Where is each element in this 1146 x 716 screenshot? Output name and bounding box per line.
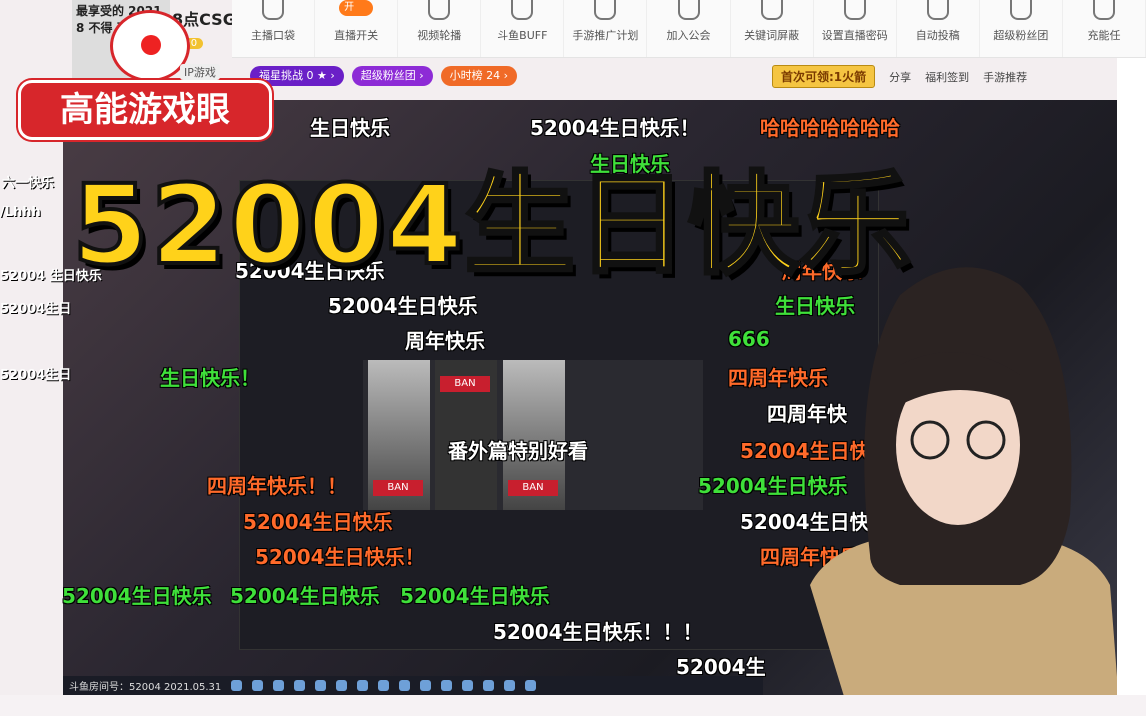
ban-label: BAN — [440, 376, 490, 392]
danmaku-comment: 666 — [728, 327, 770, 351]
toggle-icon — [926, 0, 949, 20]
share-link[interactable]: 分享 — [889, 69, 911, 85]
buff-icon — [511, 0, 534, 20]
tool-join-guild[interactable]: 加入公会 — [647, 0, 731, 57]
danmaku-comment: 52004生日快乐！ — [255, 545, 425, 569]
tool-mobile-promo[interactable]: 手游推广计划 — [564, 0, 648, 57]
gamepad-icon — [594, 0, 617, 20]
danmaku-comment: 周年快乐 — [405, 329, 485, 353]
left-danmaku: 六一快乐 — [2, 176, 55, 191]
mobile-game-link[interactable]: 手游推荐 — [983, 69, 1027, 85]
danmaku-comment: 52004生日快乐 — [243, 510, 393, 534]
checkin-link[interactable]: 福利签到 — [925, 69, 969, 85]
bottom-gift-bar — [0, 695, 1146, 716]
streamer-camera — [810, 267, 1120, 716]
left-danmaku: 52004生日 — [0, 368, 72, 383]
left-danmaku: /Lhhh — [0, 205, 41, 220]
tool-super-fans[interactable]: 超级粉丝团 — [980, 0, 1063, 57]
tool-pocket[interactable]: 主播口袋 — [232, 0, 316, 57]
channel-logo: 高能游戏眼 — [18, 80, 272, 140]
danmaku-comment: 52004生 — [676, 655, 766, 679]
danmaku-comment: 52004生日快乐 — [230, 584, 380, 608]
hour-rank-badge[interactable]: 小时榜 24 › — [440, 66, 518, 86]
danmaku-comment: 番外篇特别好看 — [448, 439, 588, 463]
mascot-logo-icon — [110, 10, 190, 82]
room-category-tag[interactable]: IP游戏 — [180, 64, 220, 80]
eye-off-icon — [760, 0, 783, 20]
first-rocket-button[interactable]: 首次可领:1火箭 — [772, 65, 876, 88]
toggle-switch[interactable]: 开 — [339, 0, 374, 16]
danmaku-comment: 52004生日快乐 — [400, 584, 550, 608]
pocket-icon — [262, 0, 285, 20]
tool-video-rotation[interactable]: 视频轮播 — [398, 0, 482, 57]
lock-icon — [843, 0, 866, 20]
super-fans-badge[interactable]: 超级粉丝团 › — [351, 66, 433, 86]
badge-icon — [1009, 0, 1032, 20]
tool-live-switch[interactable]: 开直播开关 — [315, 0, 399, 57]
tool-charge-task[interactable]: 充能任 — [1063, 0, 1146, 57]
charge-icon — [1092, 0, 1115, 20]
danmaku-comment: 52004生日快乐 — [62, 584, 212, 608]
taskbar: 斗鱼房间号：52004 2021.05.31 — [63, 676, 763, 695]
taskbar-room-info: 斗鱼房间号：52004 2021.05.31 — [69, 682, 222, 693]
danmaku-comment: 生日快乐！ — [160, 366, 260, 390]
right-sidebar — [1117, 58, 1146, 716]
danmaku-comment: 四周年快乐！！ — [207, 474, 347, 498]
anchor-toolbar: 主播口袋 开直播开关 视频轮播 斗鱼BUFF 手游推广计划 加入公会 关键词屏蔽… — [232, 0, 1146, 58]
ban-label: BAN — [373, 480, 423, 496]
shield-icon — [677, 0, 700, 20]
danmaku-comment: 52004生日快乐！！！ — [493, 620, 703, 644]
ban-label: BAN — [508, 480, 558, 496]
overlay-title: 52004生日快乐 — [70, 159, 913, 291]
tool-keyword-block[interactable]: 关键词屏蔽 — [731, 0, 814, 57]
tool-password[interactable]: 设置直播密码 — [814, 0, 897, 57]
video-icon — [428, 0, 451, 20]
tool-buff[interactable]: 斗鱼BUFF — [481, 0, 565, 57]
left-danmaku: 52004生日 — [0, 302, 72, 317]
tool-auto-post[interactable]: 自动投稿 — [897, 0, 980, 57]
